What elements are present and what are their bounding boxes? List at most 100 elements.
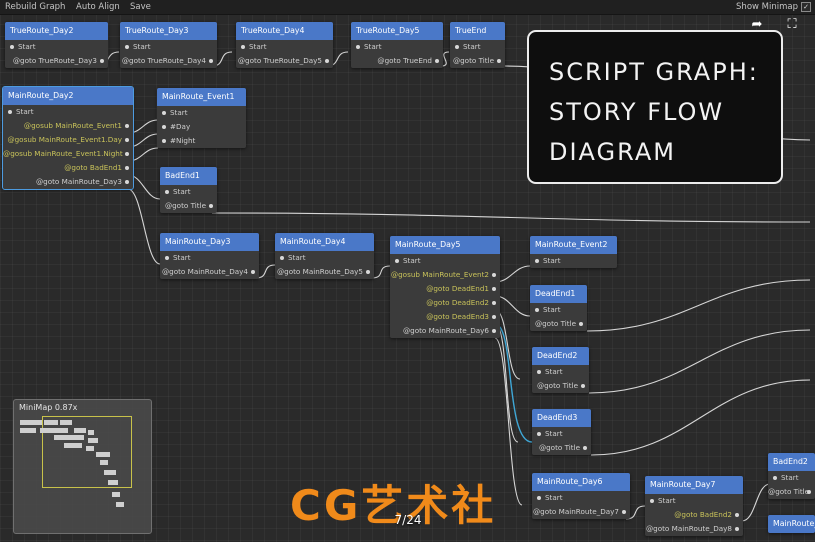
- input-port-start[interactable]: Start: [390, 254, 500, 268]
- output-port-goto-badend2[interactable]: @goto BadEnd2: [645, 508, 743, 522]
- output-port-gosub-mainroute-event1-day[interactable]: @gosub MainRoute_Event1.Day: [3, 133, 133, 147]
- node-title[interactable]: MainRoute_Event2: [530, 236, 617, 254]
- share-icon[interactable]: ➦: [749, 17, 765, 33]
- input-port-start[interactable]: Start: [5, 40, 108, 54]
- output-port-gosub-mainroute-event2[interactable]: @gosub MainRoute_Event2: [390, 268, 500, 282]
- input-port-start[interactable]: Start: [532, 365, 589, 379]
- input-port-start[interactable]: Start: [275, 251, 374, 265]
- output-port-goto-deadend1[interactable]: @goto DeadEnd1: [390, 282, 500, 296]
- save-button[interactable]: Save: [127, 0, 154, 14]
- output-port-goto-trueroute-day5[interactable]: @goto TrueRoute_Day5: [236, 54, 333, 68]
- node-title[interactable]: MainRoute_Day5: [390, 236, 500, 254]
- node-badend1[interactable]: BadEnd1 Start @goto Title: [160, 167, 217, 213]
- node-deadend3[interactable]: DeadEnd3 Start @goto Title: [532, 409, 591, 455]
- node-trueend[interactable]: TrueEnd Start @goto Title: [450, 22, 505, 68]
- input-port-start[interactable]: Start: [351, 40, 443, 54]
- output-port-goto-deadend2[interactable]: @goto DeadEnd2: [390, 296, 500, 310]
- node-title[interactable]: TrueRoute_Day4: [236, 22, 333, 40]
- output-port-goto-mainroute-day4[interactable]: @goto MainRoute_Day4: [160, 265, 259, 279]
- output-port-gosub-mainroute-event1-night[interactable]: @gosub MainRoute_Event1.Night: [3, 147, 133, 161]
- auto-align-button[interactable]: Auto Align: [73, 0, 123, 14]
- output-port-goto-deadend3[interactable]: @goto DeadEnd3: [390, 310, 500, 324]
- node-deadend1[interactable]: DeadEnd1 Start @goto Title: [530, 285, 587, 331]
- input-port-start[interactable]: Start: [120, 40, 217, 54]
- node-mainroute-day7[interactable]: MainRoute_Day7 Start @goto BadEnd2 @goto Ma…: [645, 476, 743, 536]
- node-title[interactable]: DeadEnd2: [532, 347, 589, 365]
- node-title[interactable]: DeadEnd3: [532, 409, 591, 427]
- node-mainroute-event2[interactable]: MainRoute_Event2 Start: [530, 236, 617, 268]
- output-port-goto-mainroute-day8[interactable]: @goto MainRoute_Day8: [645, 522, 743, 536]
- show-minimap-checkbox[interactable]: ✓: [801, 2, 811, 12]
- show-minimap-label: Show Minimap: [736, 2, 798, 12]
- minimap-panel[interactable]: MiniMap 0.87x: [13, 399, 152, 534]
- rebuild-graph-button[interactable]: Rebuild Graph: [2, 0, 68, 14]
- input-port-start[interactable]: Start: [236, 40, 333, 54]
- input-port-start[interactable]: Start: [450, 40, 505, 54]
- node-title[interactable]: TrueRoute_Day3: [120, 22, 217, 40]
- output-port-gosub-mainroute-event1[interactable]: @gosub MainRoute_Event1: [3, 119, 133, 133]
- input-port-start[interactable]: Start: [160, 251, 259, 265]
- input-port-start[interactable]: Start: [160, 185, 217, 199]
- node-title[interactable]: BadEnd1: [160, 167, 217, 185]
- wire: [590, 379, 811, 456]
- input-port-start[interactable]: Start: [645, 494, 743, 508]
- show-minimap-toggle[interactable]: Show Minimap ✓: [736, 0, 811, 14]
- node-mainroute-day8[interactable]: MainRoute_Day8: [768, 515, 815, 533]
- title-line-3: DIAGRAM: [549, 138, 676, 166]
- wire: [494, 337, 523, 506]
- node-mainroute-day3[interactable]: MainRoute_Day3 Start @goto MainRoute_Day4: [160, 233, 259, 279]
- node-trueroute-day4[interactable]: TrueRoute_Day4 Start @goto TrueRoute_Day5: [236, 22, 333, 68]
- node-trueroute-day5[interactable]: TrueRoute_Day5 Start @goto TrueEnd: [351, 22, 443, 68]
- output-port-goto-title[interactable]: @goto Title: [450, 54, 505, 68]
- node-body: Start @gosub MainRoute_Event1 @gosub MainR…: [3, 105, 133, 189]
- minimap-viewport[interactable]: [42, 416, 132, 488]
- input-port-start[interactable]: Start: [157, 106, 246, 120]
- input-port-day[interactable]: #Day: [157, 120, 246, 134]
- output-port-goto-title[interactable]: @goto Title: [530, 317, 587, 331]
- node-title[interactable]: TrueRoute_Day2: [5, 22, 108, 40]
- node-title[interactable]: TrueEnd: [450, 22, 505, 40]
- output-port-goto-title[interactable]: @goto Title: [768, 485, 815, 499]
- input-port-start[interactable]: Start: [768, 471, 815, 485]
- output-port-goto-trueroute-day4[interactable]: @goto TrueRoute_Day4: [120, 54, 217, 68]
- output-port-goto-trueroute-day3[interactable]: @goto TrueRoute_Day3: [5, 54, 108, 68]
- output-port-goto-trueend[interactable]: @goto TrueEnd: [351, 54, 443, 68]
- node-title[interactable]: MainRoute_Day7: [645, 476, 743, 494]
- output-port-goto-title[interactable]: @goto Title: [160, 199, 217, 213]
- input-port-start[interactable]: Start: [530, 254, 617, 268]
- output-port-goto-mainroute-day5[interactable]: @goto MainRoute_Day5: [275, 265, 374, 279]
- wire: [588, 329, 811, 394]
- node-mainroute-event1[interactable]: MainRoute_Event1 Start #Day #Night: [157, 88, 246, 148]
- input-port-start[interactable]: Start: [532, 491, 630, 505]
- output-port-goto-mainroute-day3[interactable]: @goto MainRoute_Day3: [3, 175, 133, 189]
- wire: [211, 212, 811, 223]
- node-title[interactable]: BadEnd2: [768, 453, 815, 471]
- output-port-goto-title[interactable]: @goto Title: [532, 379, 589, 393]
- node-title[interactable]: MainRoute_Day3: [160, 233, 259, 251]
- fullscreen-icon[interactable]: ⛶: [784, 17, 800, 33]
- output-port-goto-mainroute-day7[interactable]: @goto MainRoute_Day7: [532, 505, 630, 519]
- node-mainroute-day6[interactable]: MainRoute_Day6 Start @goto MainRoute_Day7: [532, 473, 630, 519]
- node-title[interactable]: DeadEnd1: [530, 285, 587, 303]
- node-title[interactable]: MainRoute_Day2: [3, 87, 133, 105]
- output-port-goto-badend1[interactable]: @goto BadEnd1: [3, 161, 133, 175]
- input-port-start[interactable]: Start: [3, 105, 133, 119]
- output-port-goto-mainroute-day6[interactable]: @goto MainRoute_Day6: [390, 324, 500, 338]
- node-title[interactable]: MainRoute_Day6: [532, 473, 630, 491]
- input-port-start[interactable]: Start: [530, 303, 587, 317]
- input-port-night[interactable]: #Night: [157, 134, 246, 148]
- output-port-goto-title[interactable]: @goto Title: [532, 441, 591, 455]
- input-port-start[interactable]: Start: [532, 427, 591, 441]
- node-title[interactable]: MainRoute_Event1: [157, 88, 246, 106]
- node-mainroute-day2[interactable]: MainRoute_Day2 Start @gosub MainRoute_Even…: [2, 86, 134, 190]
- node-badend2[interactable]: BadEnd2 Start @goto Title: [768, 453, 815, 499]
- node-mainroute-day5[interactable]: MainRoute_Day5 Start @gosub MainRoute_Even…: [390, 236, 500, 338]
- node-title[interactable]: TrueRoute_Day5: [351, 22, 443, 40]
- node-deadend2[interactable]: DeadEnd2 Start @goto Title: [532, 347, 589, 393]
- node-trueroute-day2[interactable]: TrueRoute_Day2 Start @goto TrueRoute_Day3: [5, 22, 108, 68]
- node-body: Start @goto TrueRoute_Day4: [120, 40, 217, 68]
- node-title[interactable]: MainRoute_Day8: [768, 515, 815, 533]
- node-trueroute-day3[interactable]: TrueRoute_Day3 Start @goto TrueRoute_Day4: [120, 22, 217, 68]
- node-mainroute-day4[interactable]: MainRoute_Day4 Start @goto MainRoute_Day5: [275, 233, 374, 279]
- node-title[interactable]: MainRoute_Day4: [275, 233, 374, 251]
